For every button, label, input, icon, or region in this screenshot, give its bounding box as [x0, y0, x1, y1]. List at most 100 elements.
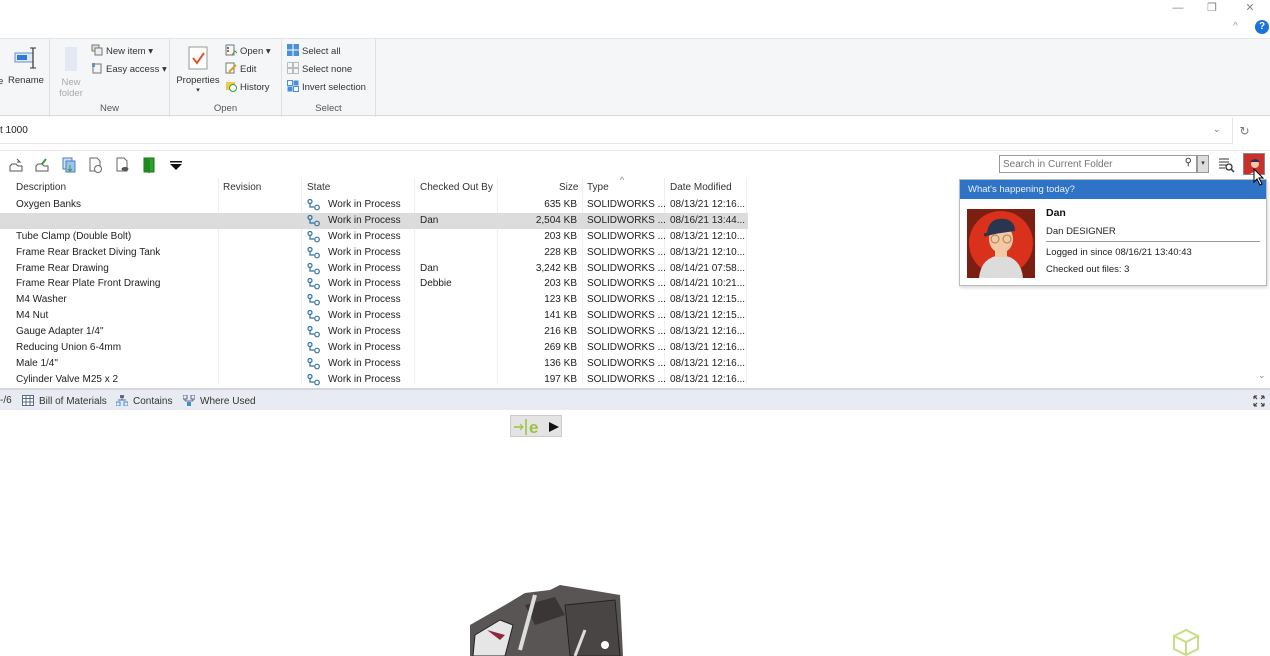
refresh-button[interactable]: ↻ — [1232, 118, 1256, 144]
address-bar[interactable]: t 1000 ⌄ — [0, 118, 1232, 144]
cell-size: 141 KB — [544, 310, 577, 322]
help-icon[interactable]: ? — [1255, 20, 1269, 34]
expand-icon[interactable] — [1253, 395, 1265, 407]
cell-state: Work in Process — [328, 310, 401, 322]
model-preview-image — [470, 585, 623, 656]
popup-divider — [1046, 241, 1260, 242]
tab-contains[interactable]: Contains — [116, 395, 172, 407]
easy-access-button[interactable]: Easy access ▾ — [91, 62, 167, 78]
partial-button-label[interactable]: e — [0, 74, 3, 90]
sort-ascending-icon: ^ — [620, 175, 625, 185]
bottom-tab-bar: -/6 Bill of Materials Contains Where Use… — [0, 388, 1270, 410]
properties-label: Properties — [176, 75, 220, 86]
new-group-label: New — [99, 103, 119, 114]
table-row[interactable]: Reducing Union 6-4mm Work in Process 269 K… — [0, 340, 1260, 356]
search-input[interactable] — [1000, 156, 1170, 172]
cell-description: Gauge Adapter 1/4" — [16, 326, 104, 338]
check-in-icon[interactable] — [34, 157, 50, 173]
search-field[interactable]: ⚲ — [999, 155, 1197, 173]
popup-user-name: Dan — [1046, 207, 1066, 219]
select-group-label: Select — [315, 103, 342, 114]
workflow-state-icon — [307, 278, 320, 290]
cell-type: SOLIDWORKS ... — [587, 310, 666, 322]
table-row[interactable]: Male 1/4" Work in Process 136 KB SOLIDWORKS… — [0, 356, 1260, 372]
address-dropdown-icon[interactable]: ⌄ — [1213, 124, 1221, 135]
history-file-icon[interactable] — [87, 157, 103, 173]
preview-file-icon[interactable] — [114, 157, 130, 173]
cell-state: Work in Process — [328, 246, 401, 258]
close-button[interactable]: ✕ — [1235, 0, 1265, 16]
cell-type: SOLIDWORKS ... — [587, 214, 666, 226]
table-row[interactable]: Gauge Adapter 1/4" Work in Process 216 KB S… — [0, 324, 1260, 340]
view-cube-icon[interactable] — [1172, 628, 1200, 656]
table-row[interactable]: M4 Nut Work in Process 141 KB SOLIDWORKS ..… — [0, 308, 1260, 324]
search-filter-icon[interactable] — [1217, 155, 1235, 173]
column-description[interactable]: Description — [16, 182, 66, 193]
cell-type: SOLIDWORKS ... — [587, 326, 666, 338]
properties-button[interactable]: Properties ▾ — [175, 45, 221, 94]
cell-size: 203 KB — [544, 230, 577, 242]
cell-size: 136 KB — [544, 357, 577, 369]
edit-button[interactable]: Edit — [225, 62, 256, 78]
new-item-button[interactable]: New item ▾ — [91, 44, 153, 60]
cell-description: Cylinder Valve M25 x 2 — [16, 373, 119, 385]
get-latest-version-icon[interactable] — [61, 157, 77, 173]
cell-state: Work in Process — [328, 357, 401, 369]
more-dropdown-icon[interactable] — [168, 157, 184, 173]
select-none-button[interactable]: Select none — [287, 62, 352, 78]
preview-pane: e — [0, 410, 1270, 656]
cell-type: SOLIDWORKS ... — [587, 294, 666, 306]
tab-bill-of-materials[interactable]: Bill of Materials — [22, 395, 107, 407]
popup-checked-out-files: Checked out files: 3 — [1046, 264, 1130, 275]
edrawings-button[interactable]: e — [510, 415, 562, 437]
cell-type: SOLIDWORKS ... — [587, 278, 666, 290]
workflow-state-icon — [307, 246, 320, 259]
cell-checked-out-by: Dan — [420, 214, 439, 226]
tab-where-used[interactable]: Where Used — [183, 395, 256, 407]
select-none-icon — [287, 62, 299, 74]
scroll-down-arrow[interactable]: ⌄ — [1258, 370, 1266, 381]
search-options-dropdown[interactable]: ▾ — [1197, 155, 1209, 173]
collapse-ribbon-button[interactable]: ^ — [1233, 21, 1238, 32]
column-revision[interactable]: Revision — [223, 182, 261, 193]
cell-date-modified: 08/13/21 12:16... — [670, 326, 746, 338]
minimize-button[interactable]: — — [1163, 0, 1193, 16]
tab-where-used-label: Where Used — [200, 396, 256, 407]
user-info-popup: What's happening today? Dan Dan DESIGNER… — [959, 179, 1267, 286]
properties-dropdown-arrow: ▾ — [196, 87, 200, 94]
history-button[interactable]: History — [225, 80, 270, 96]
cell-state: Work in Process — [328, 214, 401, 226]
cell-description: Reducing Union 6-4mm — [16, 342, 122, 354]
column-state[interactable]: State — [307, 182, 330, 193]
workflow-state-icon — [307, 199, 320, 211]
rename-button[interactable]: Rename — [8, 45, 44, 86]
cell-date-modified: 08/13/21 12:10... — [670, 230, 746, 242]
table-row[interactable]: Cylinder Valve M25 x 2 Work in Process 197… — [0, 372, 1260, 388]
restore-button[interactable]: ❐ — [1197, 0, 1227, 16]
column-checked-out-by[interactable]: Checked Out By — [420, 182, 493, 193]
column-date-modified[interactable]: Date Modified — [670, 182, 732, 193]
invert-selection-icon — [287, 80, 299, 92]
open-button[interactable]: Open ▾ — [225, 44, 271, 60]
select-group: Select all Select none Invert selection … — [282, 39, 376, 117]
exit-icon[interactable] — [141, 157, 157, 173]
check-out-icon[interactable] — [8, 157, 24, 173]
invert-selection-button[interactable]: Invert selection — [287, 80, 366, 96]
cell-date-modified: 08/16/21 13:44... — [670, 214, 746, 226]
cell-state: Work in Process — [328, 199, 401, 210]
cell-type: SOLIDWORKS ... — [587, 230, 666, 242]
column-type[interactable]: Type — [587, 182, 609, 193]
tab-partial[interactable]: -/6 — [0, 395, 12, 406]
select-all-label: Select all — [302, 46, 341, 57]
search-icon[interactable]: ⚲ — [1185, 157, 1192, 168]
cell-type: SOLIDWORKS ... — [587, 373, 666, 385]
table-row[interactable]: M4 Washer Work in Process 123 KB SOLIDWORKS… — [0, 292, 1260, 308]
new-folder-button[interactable]: New folder — [56, 45, 86, 99]
cell-type: SOLIDWORKS ... — [587, 357, 666, 369]
select-all-button[interactable]: Select all — [287, 44, 341, 60]
open-group-label: Open — [213, 103, 238, 114]
workflow-state-icon — [307, 230, 320, 243]
column-size[interactable]: Size — [559, 182, 578, 193]
easy-access-icon — [92, 63, 102, 74]
title-bar: — ❐ ✕ — [0, 0, 1270, 18]
